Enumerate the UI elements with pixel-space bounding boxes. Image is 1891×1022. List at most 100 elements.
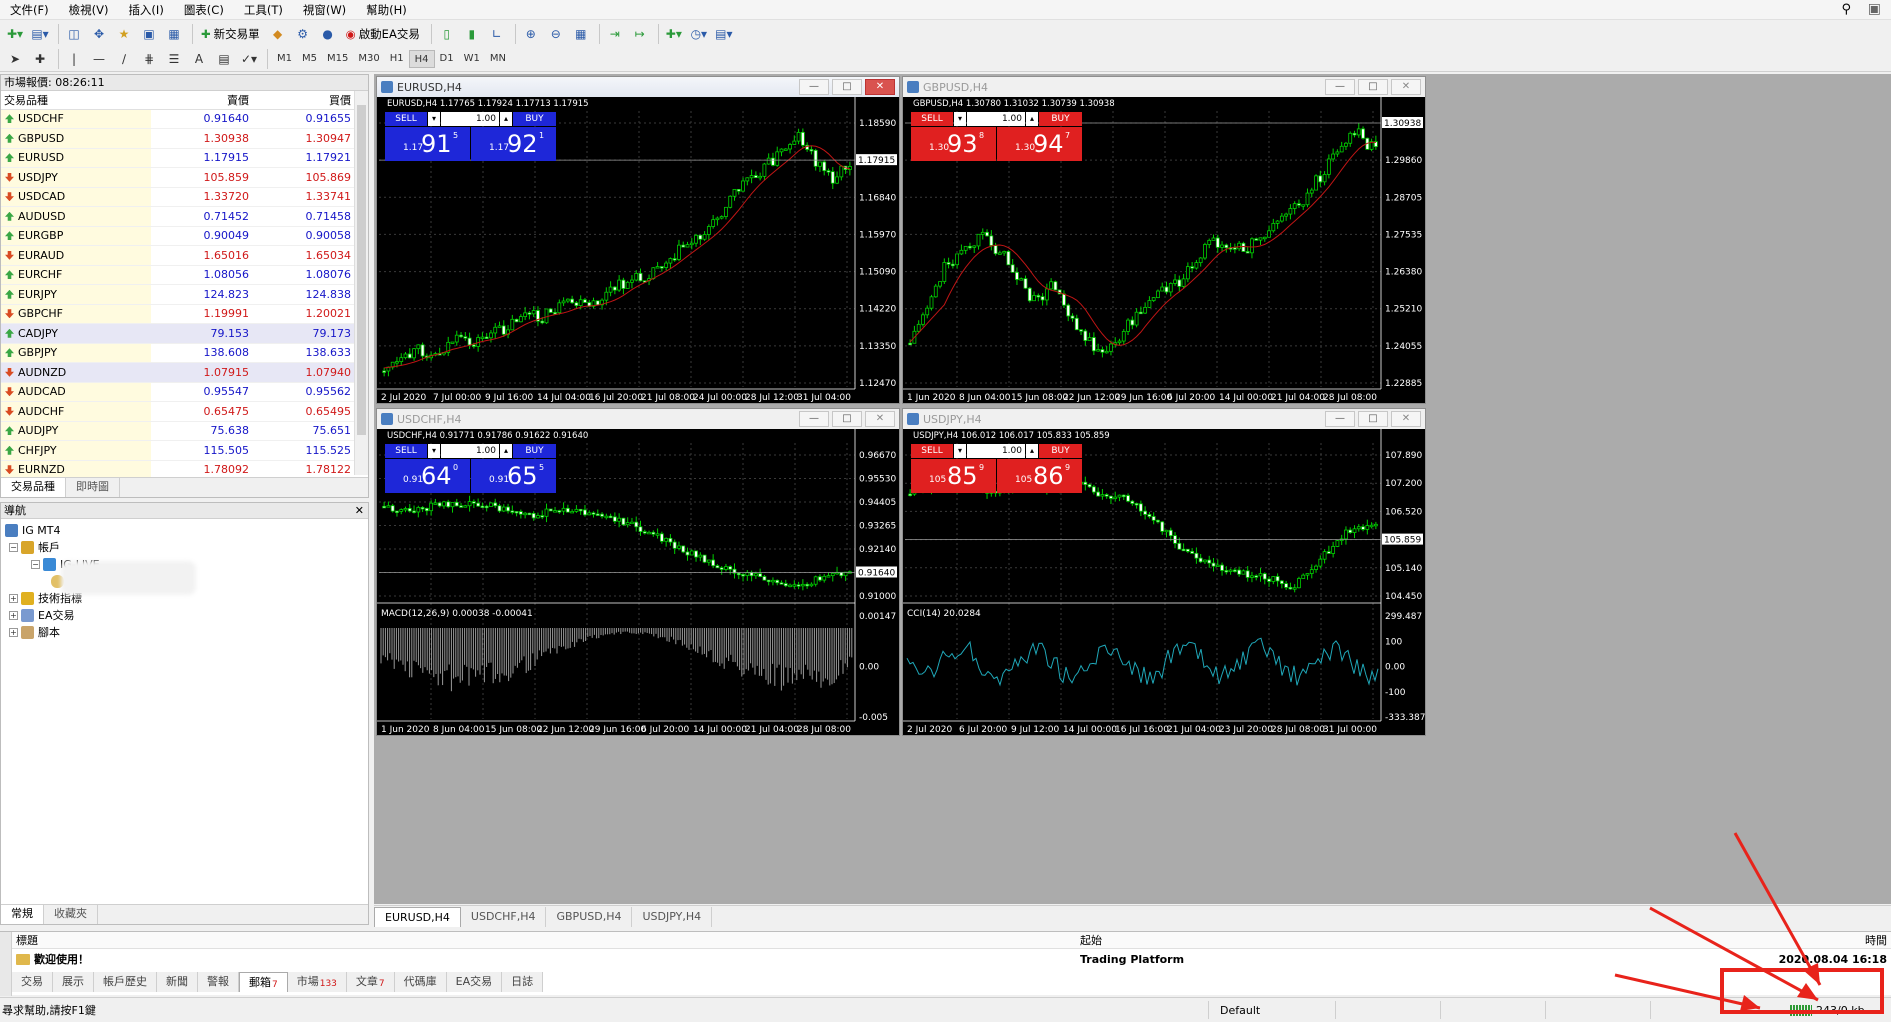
col-ask[interactable]: 買價 [253, 91, 355, 110]
cursor-icon[interactable]: ➤ [4, 48, 26, 70]
symbol-cell[interactable]: AUDNZD [1, 362, 151, 383]
market-watch-scrollbar[interactable] [354, 91, 368, 475]
collapse-icon[interactable]: − [9, 543, 18, 552]
symbol-cell[interactable]: AUDJPY [1, 421, 151, 441]
line-chart-icon[interactable]: ∟ [486, 23, 508, 45]
chart-window-usdjpy[interactable]: USDJPY,H4 —□✕ 107.890 107.200 106.520 105.859… [902, 408, 1426, 736]
chart-window-titlebar[interactable]: EURUSD,H4 — □ ✕ [377, 77, 899, 97]
tile-windows-icon[interactable]: ▦ [570, 23, 592, 45]
timeframe-m15[interactable]: M15 [322, 50, 353, 68]
symbol-cell[interactable]: EURCHF [1, 265, 151, 285]
periods-icon[interactable]: ◷▾ [688, 23, 710, 45]
sell-button[interactable]: 0.91 64 0 [385, 459, 470, 493]
chat-icon[interactable]: ▣ [1868, 1, 1881, 17]
lot-spinner-down[interactable]: ▾ [428, 112, 440, 126]
terminal-tab[interactable]: 市場133 [287, 972, 347, 992]
timeframe-d1[interactable]: D1 [435, 50, 459, 68]
col-time[interactable]: 時間 [1865, 932, 1887, 949]
autotrading-button[interactable]: ◉ 啟動EA交易 [342, 23, 424, 45]
chart-tab-gbpusd[interactable]: GBPUSD,H4 [546, 907, 633, 927]
chart-shift-icon[interactable]: ↦ [629, 23, 651, 45]
buy-label[interactable]: BUY [513, 444, 556, 458]
close-icon[interactable]: ✕ [1391, 411, 1421, 427]
expand-icon[interactable]: + [9, 628, 18, 637]
vertical-line-icon[interactable]: | [63, 48, 85, 70]
close-icon[interactable]: ✕ [355, 503, 364, 519]
terminal-tab[interactable]: 帳戶歷史 [94, 972, 157, 992]
maximize-icon[interactable]: □ [1358, 411, 1388, 427]
timeframe-mn[interactable]: MN [485, 50, 511, 68]
lot-spinner-up[interactable]: ▴ [1026, 444, 1038, 458]
lot-spinner-up[interactable]: ▴ [1026, 112, 1038, 126]
text-icon[interactable]: A [188, 48, 210, 70]
lot-spinner-up[interactable]: ▴ [500, 444, 512, 458]
tab-common[interactable]: 常規 [1, 905, 44, 924]
terminal-tab[interactable]: 代碼庫 [394, 972, 447, 992]
col-symbol[interactable]: 交易品種 [1, 91, 151, 110]
lot-spinner-up[interactable]: ▴ [500, 112, 512, 126]
close-icon[interactable]: ✕ [1391, 79, 1421, 95]
terminal-tab[interactable]: 郵箱7 [239, 972, 288, 992]
chart-window-gbpusd[interactable]: GBPUSD,H4 —□✕ 1.30938 1.29860 1.28705 1.27535… [902, 76, 1426, 404]
symbol-cell[interactable]: EURGBP [1, 226, 151, 246]
table-row[interactable]: EURAUD 1.65016 1.65034 [1, 245, 355, 266]
col-from[interactable]: 起始 [1080, 932, 1102, 949]
terminal-tab[interactable]: 日誌 [502, 972, 544, 992]
menu-window[interactable]: 視窗(W) [293, 0, 356, 20]
table-row[interactable]: CADJPY 79.153 79.173 [1, 323, 355, 344]
sell-label[interactable]: SELL [911, 444, 953, 458]
close-icon[interactable]: ✕ [865, 411, 895, 427]
lot-spinner-down[interactable]: ▾ [428, 444, 440, 458]
symbol-cell[interactable]: CHFJPY [1, 440, 151, 461]
menu-file[interactable]: 文件(F) [0, 0, 59, 20]
sell-button[interactable]: 1.30 93 8 [911, 127, 996, 161]
tab-favorites[interactable]: 收藏夾 [44, 905, 98, 924]
table-row[interactable]: EURCHF 1.08056 1.08076 [1, 265, 355, 285]
tree-scripts[interactable]: + 腳本 [5, 624, 368, 641]
table-row[interactable]: AUDNZD 1.07915 1.07940 [1, 362, 355, 383]
col-title[interactable]: 標題 [16, 932, 38, 949]
menu-help[interactable]: 幫助(H) [356, 0, 417, 20]
buy-button[interactable]: 105 86 9 [997, 459, 1082, 493]
symbol-cell[interactable]: GBPJPY [1, 343, 151, 363]
timeframe-m30[interactable]: M30 [353, 50, 384, 68]
buy-label[interactable]: BUY [1039, 112, 1082, 126]
symbol-cell[interactable]: GBPCHF [1, 304, 151, 324]
timeframe-h1[interactable]: H1 [385, 50, 409, 68]
data-window-icon[interactable]: ✥ [88, 23, 110, 45]
symbol-cell[interactable]: USDCHF [1, 109, 151, 129]
menu-tools[interactable]: 工具(T) [234, 0, 293, 20]
lot-size-input[interactable]: 1.00 [441, 112, 499, 126]
buy-button[interactable]: 1.17 92 1 [471, 127, 556, 161]
minimize-icon[interactable]: — [1325, 79, 1355, 95]
sell-label[interactable]: SELL [385, 444, 427, 458]
sell-label[interactable]: SELL [385, 112, 427, 126]
templates-icon[interactable]: ▤▾ [713, 23, 735, 45]
col-bid[interactable]: 賣價 [151, 91, 253, 110]
menu-charts[interactable]: 圖表(C) [174, 0, 234, 20]
terminal-tab[interactable]: 新聞 [157, 972, 198, 992]
sell-button[interactable]: 1.17 91 5 [385, 127, 470, 161]
auto-scroll-icon[interactable]: ⇥ [604, 23, 626, 45]
table-row[interactable]: EURUSD 1.17915 1.17921 [1, 148, 355, 168]
timeframe-w1[interactable]: W1 [459, 50, 485, 68]
symbol-cell[interactable]: CADJPY [1, 323, 151, 344]
table-row[interactable]: USDCAD 1.33720 1.33741 [1, 187, 355, 207]
arrows-icon[interactable]: ✓▾ [238, 48, 260, 70]
symbol-cell[interactable]: GBPUSD [1, 128, 151, 149]
trendline-icon[interactable]: ∕ [113, 48, 135, 70]
sell-button[interactable]: 105 85 9 [911, 459, 996, 493]
expand-icon[interactable]: + [9, 611, 18, 620]
terminal-tab[interactable]: 文章7 [346, 972, 395, 992]
chart-tab-usdchf[interactable]: USDCHF,H4 [461, 907, 547, 927]
search-icon[interactable]: ⚲ [1841, 2, 1851, 17]
maximize-icon[interactable]: □ [1358, 79, 1388, 95]
horizontal-line-icon[interactable]: — [88, 48, 110, 70]
bar-chart-icon[interactable]: ▯ [436, 23, 458, 45]
chart-tab-eurusd[interactable]: EURUSD,H4 [374, 907, 461, 927]
terminal-tab[interactable]: EA交易 [446, 972, 503, 992]
table-row[interactable]: CHFJPY 115.505 115.525 [1, 440, 355, 461]
timeframe-h4[interactable]: H4 [408, 50, 435, 68]
table-row[interactable]: USDCHF 0.91640 0.91655 [1, 109, 355, 129]
lot-size-input[interactable]: 1.00 [967, 444, 1025, 458]
